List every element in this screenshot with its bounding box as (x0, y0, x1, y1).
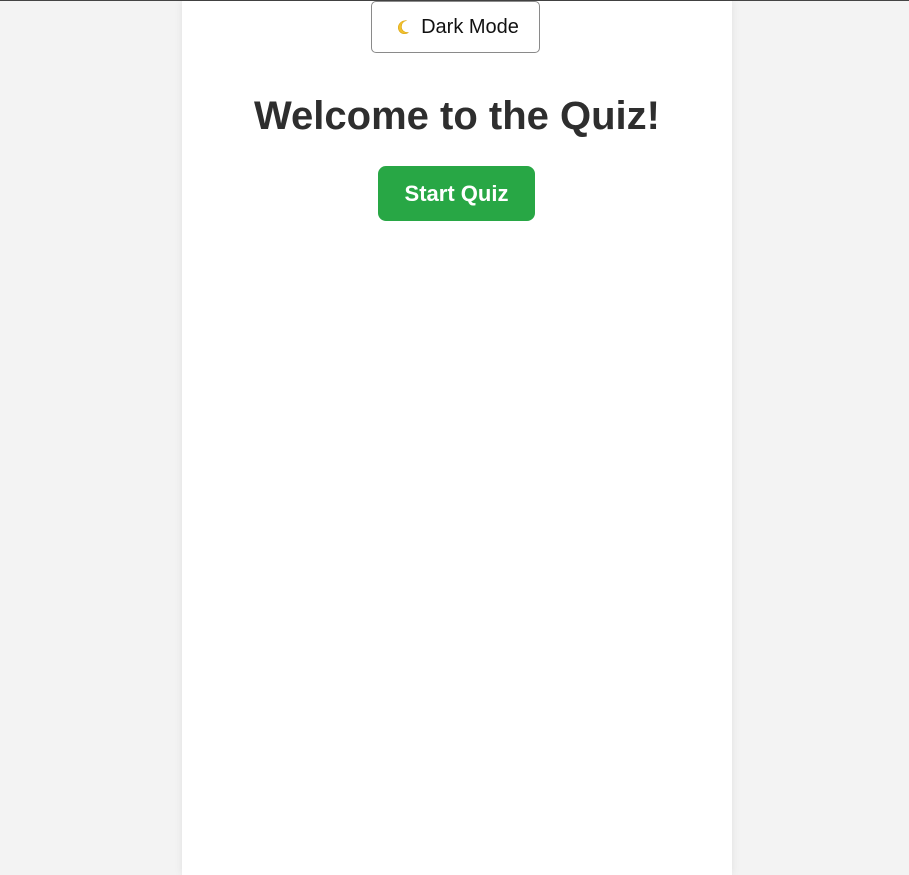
dark-mode-label: Dark Mode (421, 15, 519, 38)
crescent-moon-icon (392, 17, 412, 37)
quiz-container: Dark Mode Welcome to the Quiz! Start Qui… (182, 1, 732, 875)
page-title: Welcome to the Quiz! (254, 94, 660, 138)
start-quiz-button[interactable]: Start Quiz (378, 166, 535, 221)
dark-mode-toggle-button[interactable]: Dark Mode (371, 1, 540, 53)
